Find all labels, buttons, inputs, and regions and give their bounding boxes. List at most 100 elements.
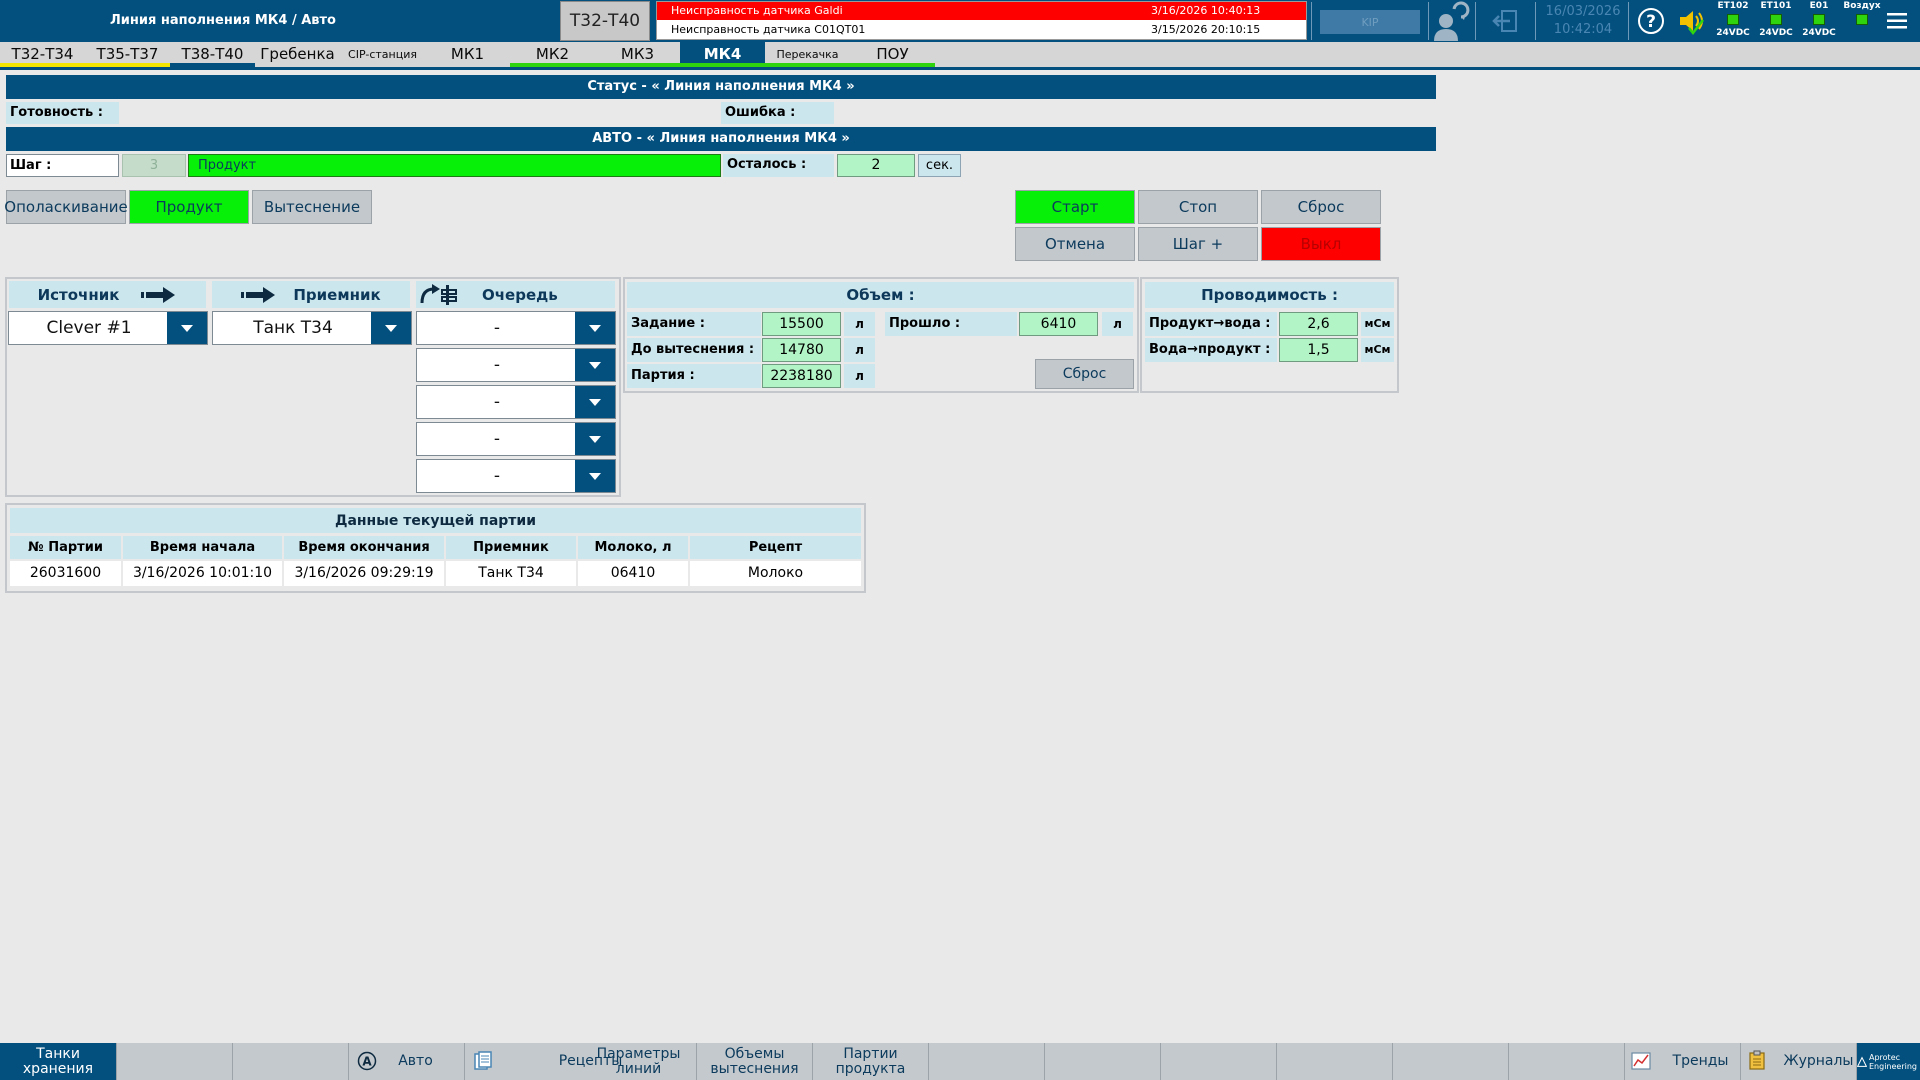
step-plus-button[interactable]: Шаг + — [1138, 227, 1258, 261]
top-header: Линия наполнения МК4 / Авто Т32-Т40 Неис… — [0, 0, 1920, 42]
nav-auto[interactable]: A Авто — [349, 1043, 465, 1080]
io-module-voltage: 24VDC — [1759, 28, 1793, 38]
tab-label: Т38-Т40 — [181, 45, 244, 63]
arrow-right-icon — [141, 286, 176, 303]
nav-journals[interactable]: Журналы — [1741, 1043, 1857, 1080]
to-displace-value: 14780 — [762, 338, 841, 362]
tab-status-line — [680, 63, 765, 67]
nav-empty-slot — [1277, 1043, 1393, 1080]
reset-button[interactable]: Сброс — [1261, 190, 1381, 224]
queue-dropdown[interactable]: - — [416, 422, 616, 456]
volume-reset-button[interactable]: Сброс — [1035, 359, 1134, 389]
product-water-unit: мСм — [1361, 312, 1394, 336]
receiver-header-label: Приемник — [293, 285, 381, 304]
batch-volume-label: Партия : — [627, 364, 761, 388]
chevron-down-icon[interactable] — [575, 423, 615, 455]
menu-icon[interactable] — [1886, 12, 1908, 30]
volume-header: Объем : — [627, 282, 1134, 308]
product-mode-button[interactable]: Продукт — [129, 190, 249, 224]
table-cell: 06410 — [578, 561, 688, 586]
column-header: Время начала — [123, 536, 282, 559]
alarm-time: 3/16/2026 10:40:13 — [1151, 4, 1261, 17]
source-dropdown[interactable]: Clever #1 — [8, 311, 208, 345]
kip-button[interactable]: KIP — [1320, 10, 1420, 34]
remaining-unit: сек. — [918, 154, 961, 177]
tab-mk2[interactable]: МК2 — [510, 42, 595, 67]
receiver-header: Приемник — [212, 281, 410, 308]
tab-pou[interactable]: ПОУ — [850, 42, 935, 67]
svg-text:A: A — [362, 1055, 372, 1069]
help-icon[interactable]: ? — [1637, 7, 1665, 35]
tab-label: Гребенка — [260, 45, 335, 63]
receiver-dropdown[interactable]: Танк Т34 — [212, 311, 412, 345]
table-cell: Танк Т34 — [446, 561, 576, 586]
tab-label: Т35-Т37 — [96, 45, 159, 63]
chevron-down-icon[interactable] — [167, 312, 207, 344]
step-label: Шаг : — [6, 154, 119, 177]
passed-value: 6410 — [1019, 312, 1098, 336]
chevron-down-icon[interactable] — [575, 312, 615, 344]
off-button[interactable]: Выкл — [1261, 227, 1381, 261]
nav-journals-label: Журналы — [1783, 1053, 1854, 1069]
queue-header-label: Очередь — [482, 285, 558, 304]
chevron-down-icon[interactable] — [575, 386, 615, 418]
logout-icon[interactable] — [1490, 6, 1520, 36]
tab-t35-t37[interactable]: Т35-Т37 — [85, 42, 170, 67]
queue-dropdown[interactable]: - — [416, 311, 616, 345]
tab-t32-t34[interactable]: Т32-Т34 — [0, 42, 85, 67]
column-header: Время окончания — [284, 536, 444, 559]
receiver-value: Танк Т34 — [253, 318, 333, 338]
column-header: Молоко, л — [578, 536, 688, 559]
stop-button[interactable]: Стоп — [1138, 190, 1258, 224]
auto-icon: A — [357, 1051, 377, 1071]
nav-empty-slot — [117, 1043, 233, 1080]
table-cell: 26031600 — [10, 561, 121, 586]
area-select-button[interactable]: Т32-Т40 — [560, 1, 650, 41]
tab-perekachka[interactable]: Перекачка — [765, 42, 850, 67]
queue-icon — [420, 283, 457, 305]
tab-mk1[interactable]: МК1 — [425, 42, 510, 67]
start-button[interactable]: Старт — [1015, 190, 1135, 224]
tab-mk4[interactable]: МК4 — [680, 42, 765, 67]
passed-label: Прошло : — [885, 312, 1017, 336]
water-product-value: 1,5 — [1279, 338, 1358, 362]
tab-t38-t40[interactable]: Т38-Т40 — [170, 42, 255, 67]
alarm-list[interactable]: Неисправность датчика Galdi 3/16/2026 10… — [656, 1, 1307, 40]
chevron-down-icon[interactable] — [575, 349, 615, 381]
io-status-led — [1856, 14, 1868, 25]
chevron-down-icon[interactable] — [371, 312, 411, 344]
alarm-row[interactable]: Неисправность датчика C01QT01 3/15/2026 … — [657, 21, 1306, 39]
header-divider — [1475, 2, 1476, 40]
arrow-right-icon — [241, 286, 276, 303]
cancel-button[interactable]: Отмена — [1015, 227, 1135, 261]
nav-storage-tanks[interactable]: Танки хранения — [0, 1043, 117, 1080]
io-module-name: E01 — [1809, 1, 1829, 11]
queue-dropdown[interactable]: - — [416, 459, 616, 493]
tab-mk3[interactable]: МК3 — [595, 42, 680, 67]
queue-dropdown[interactable]: - — [416, 348, 616, 382]
nav-line-params[interactable]: Параметры линий — [581, 1043, 697, 1080]
company-logo-icon — [1857, 1056, 1867, 1067]
auto-title-bar: АВТО - « Линия наполнения МК4 » — [6, 127, 1436, 151]
product-water-value: 2,6 — [1279, 312, 1358, 336]
tab-label: МК3 — [620, 45, 655, 63]
queue-header: Очередь — [416, 281, 615, 308]
chevron-down-icon[interactable] — [575, 460, 615, 492]
displace-mode-button[interactable]: Вытеснение — [252, 190, 372, 224]
nav-trends[interactable]: Тренды — [1625, 1043, 1741, 1080]
tab-cip-station[interactable]: CIP-станция — [340, 42, 425, 67]
step-name: Продукт — [188, 154, 721, 177]
batch-volume-unit: л — [844, 364, 875, 388]
header-divider — [1428, 2, 1429, 40]
company-logo: Aprotec Engineering — [1857, 1043, 1920, 1080]
nav-displace-volumes[interactable]: Объемы вытеснения — [697, 1043, 813, 1080]
passed-unit: л — [1102, 312, 1133, 336]
sound-icon[interactable] — [1677, 6, 1707, 36]
io-status-led — [1813, 14, 1825, 25]
rinse-mode-button[interactable]: Ополаскивание — [4, 190, 128, 224]
nav-product-batches[interactable]: Партии продукта — [813, 1043, 929, 1080]
user-switch-icon[interactable] — [1430, 1, 1470, 41]
alarm-row[interactable]: Неисправность датчика Galdi 3/16/2026 10… — [657, 2, 1306, 20]
queue-dropdown[interactable]: - — [416, 385, 616, 419]
tab-grebenka[interactable]: Гребенка — [255, 42, 340, 67]
